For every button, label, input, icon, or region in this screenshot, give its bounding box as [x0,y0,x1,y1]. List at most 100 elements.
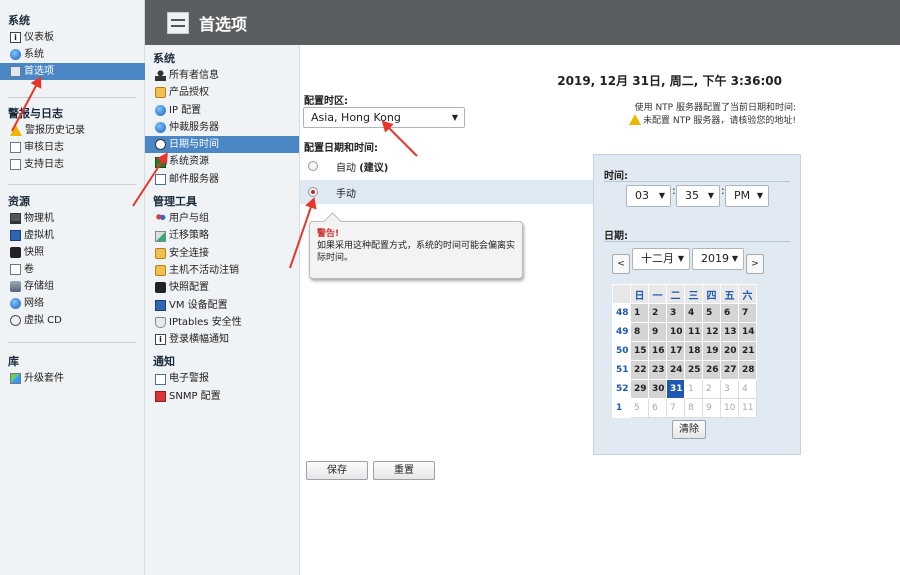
nav-item-host-inactivity-logout[interactable]: 主机不活动注销 [145,262,299,279]
calendar-day[interactable]: 26 [702,360,721,380]
calendar-header-row: 日一二三四五六 [612,284,757,304]
nav-item-mail-server[interactable]: 邮件服务器 [145,171,299,188]
nav-item-e-alerts[interactable]: 电子警报 [145,370,299,387]
users-icon [155,213,166,225]
weekday-header: 三 [684,284,703,304]
hour-select[interactable]: 03 ▼ [626,185,671,207]
calendar-day[interactable]: 11 [738,398,757,418]
nav-item-system[interactable]: 系统 [0,46,145,63]
nav-item-vm-device-config[interactable]: VM 设备配置 [145,297,299,314]
option-manual[interactable]: 手动 [300,180,595,204]
document-icon [10,159,21,170]
nav-item-virtual-cd[interactable]: 虚拟 CD [0,312,145,329]
clear-date-button[interactable]: 清除 [672,420,706,439]
calendar-day[interactable]: 4 [684,303,703,323]
nav-item-ip-config[interactable]: IP 配置 [145,102,299,119]
calendar-day[interactable]: 14 [738,322,757,342]
nav-item-snapshots[interactable]: 快照 [0,244,145,261]
calendar-day[interactable]: 9 [648,322,667,342]
timezone-label: 配置时区: [304,96,348,107]
nav-item-support-log[interactable]: 支持日志 [0,156,145,173]
calendar-day-selected[interactable]: 31 [666,379,685,399]
snmp-icon [155,390,166,402]
nav-item-preferences[interactable]: 首选项 [0,63,145,80]
reset-button[interactable]: 重置 [373,461,435,480]
nav-item-upgrade-kits[interactable]: 升级套件 [0,370,145,387]
calendar-day[interactable]: 1 [684,379,703,399]
manual-datetime-panel: 时间: 03 ▼ : 35 ▼ : PM ▼ 日期: < 十二月 ▼ 2019 ▼ > 日… [593,154,801,455]
prev-month-button[interactable]: < [612,254,630,274]
save-button[interactable]: 保存 [306,461,368,480]
calendar-day[interactable]: 6 [720,303,739,323]
calendar-day[interactable]: 22 [630,360,649,380]
calendar-day[interactable]: 10 [666,322,685,342]
calendar-day[interactable]: 24 [666,360,685,380]
calendar-day[interactable]: 25 [684,360,703,380]
next-month-button[interactable]: > [746,254,764,274]
calendar-day[interactable]: 1 [630,303,649,323]
calendar-day[interactable]: 27 [720,360,739,380]
nav-item-alert-history[interactable]: 警报历史记录 [0,122,145,139]
calendar-day[interactable]: 11 [684,322,703,342]
calendar-day[interactable]: 30 [648,379,667,399]
calendar-day[interactable]: 3 [666,303,685,323]
calendar-day[interactable]: 29 [630,379,649,399]
nav-group-library: 库 升级套件 [0,353,145,387]
calendar-day[interactable]: 7 [738,303,757,323]
nav-item-storage-groups[interactable]: 存储组 [0,278,145,295]
nav-item-virtual-machine[interactable]: 虚拟机 [0,227,145,244]
calendar-day[interactable]: 9 [702,398,721,418]
calendar-day[interactable]: 15 [630,341,649,361]
nav-item-product-license[interactable]: 产品授权 [145,84,299,101]
calendar-day[interactable]: 2 [702,379,721,399]
time-label: 时间: [604,171,628,182]
nav-item-networks[interactable]: 网络 [0,295,145,312]
calendar-day[interactable]: 8 [684,398,703,418]
minute-select[interactable]: 35 ▼ [676,185,720,207]
datetime-method-label: 配置日期和时间: [304,143,378,154]
calendar-day[interactable]: 12 [702,322,721,342]
nav-item-audit-log[interactable]: 审核日志 [0,139,145,156]
nav-item-snmp-config[interactable]: SNMP 配置 [145,388,299,405]
nav-item-login-banner[interactable]: i 登录横幅通知 [145,331,299,348]
nav-item-date-time[interactable]: 日期与时间 [145,136,299,154]
year-select[interactable]: 2019 ▼ [692,248,744,270]
calendar-day[interactable]: 7 [666,398,685,418]
calendar-day[interactable]: 21 [738,341,757,361]
calendar-day[interactable]: 6 [648,398,667,418]
calendar-day[interactable]: 8 [630,322,649,342]
user-icon [155,70,166,82]
calendar-day[interactable]: 5 [630,398,649,418]
nav-item-physical-machine[interactable]: 物理机 [0,210,145,227]
nav-item-migration-policy[interactable]: 迁移策略 [145,227,299,244]
nav-item-volumes[interactable]: 卷 [0,261,145,278]
clock-icon [155,139,166,151]
nav-item-iptables-security[interactable]: IPtables 安全性 [145,314,299,331]
nav-item-dashboard[interactable]: i 仪表板 [0,29,145,46]
nav-item-quorum-servers[interactable]: 仲裁服务器 [145,119,299,136]
ampm-select[interactable]: PM ▼ [725,185,769,207]
calendar-day[interactable]: 17 [666,341,685,361]
calendar-day[interactable]: 10 [720,398,739,418]
nav-item-users-groups[interactable]: 用户与组 [145,210,299,227]
calendar-day[interactable]: 18 [684,341,703,361]
calendar-day[interactable]: 5 [702,303,721,323]
option-auto[interactable]: 自动 (建议) [300,154,595,178]
calendar-day[interactable]: 13 [720,322,739,342]
calendar-day[interactable]: 19 [702,341,721,361]
calendar-day[interactable]: 28 [738,360,757,380]
calendar-day[interactable]: 20 [720,341,739,361]
calendar-day[interactable]: 3 [720,379,739,399]
week-number: 52 [612,379,631,399]
calendar-day[interactable]: 4 [738,379,757,399]
preferences-icon [10,66,21,77]
nav-item-snapshot-config[interactable]: 快照配置 [145,279,299,296]
calendar-day[interactable]: 2 [648,303,667,323]
nav-item-secure-connection[interactable]: 安全连接 [145,245,299,262]
calendar-day[interactable]: 16 [648,341,667,361]
ntp-status-text: 使用 NTP 服务器配置了当前日期和时间: [634,103,796,113]
radio-auto[interactable] [308,161,318,171]
calendar-day[interactable]: 23 [648,360,667,380]
month-select[interactable]: 十二月 ▼ [632,248,690,270]
nav-item-owner-info[interactable]: 所有者信息 [145,67,299,84]
